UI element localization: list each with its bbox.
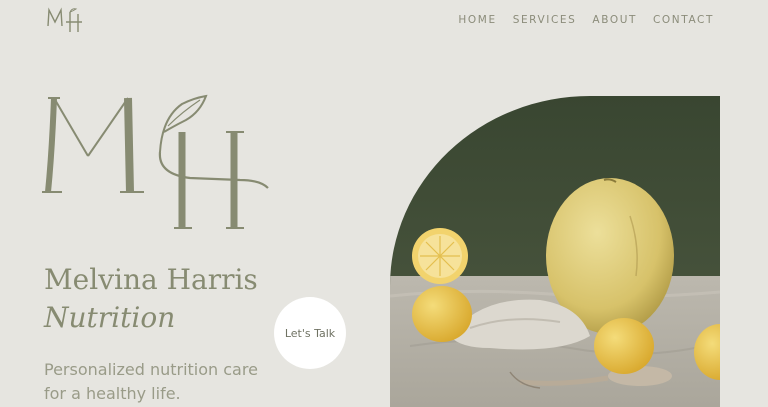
brand-name: Melvina Harris	[44, 263, 258, 296]
monogram-logo-icon	[42, 94, 269, 229]
nav-home-link[interactable]: HOME	[458, 14, 496, 26]
top-bar: HOME SERVICES ABOUT CONTACT	[0, 0, 768, 42]
hero-photo-illustration	[390, 96, 720, 407]
brand-subtitle: Nutrition	[44, 301, 176, 334]
tagline: Personalized nutrition care for a health…	[44, 360, 258, 403]
main-nav: HOME SERVICES ABOUT CONTACT	[458, 14, 714, 26]
nav-about-link[interactable]: ABOUT	[592, 14, 637, 26]
lets-talk-label: Let's Talk	[284, 326, 336, 340]
hero-photo	[390, 96, 720, 407]
nav-services-link[interactable]: SERVICES	[513, 14, 577, 26]
small-logo-icon[interactable]	[44, 6, 88, 34]
lets-talk-button[interactable]: Let's Talk	[274, 297, 346, 369]
nav-contact-link[interactable]: CONTACT	[653, 14, 714, 26]
